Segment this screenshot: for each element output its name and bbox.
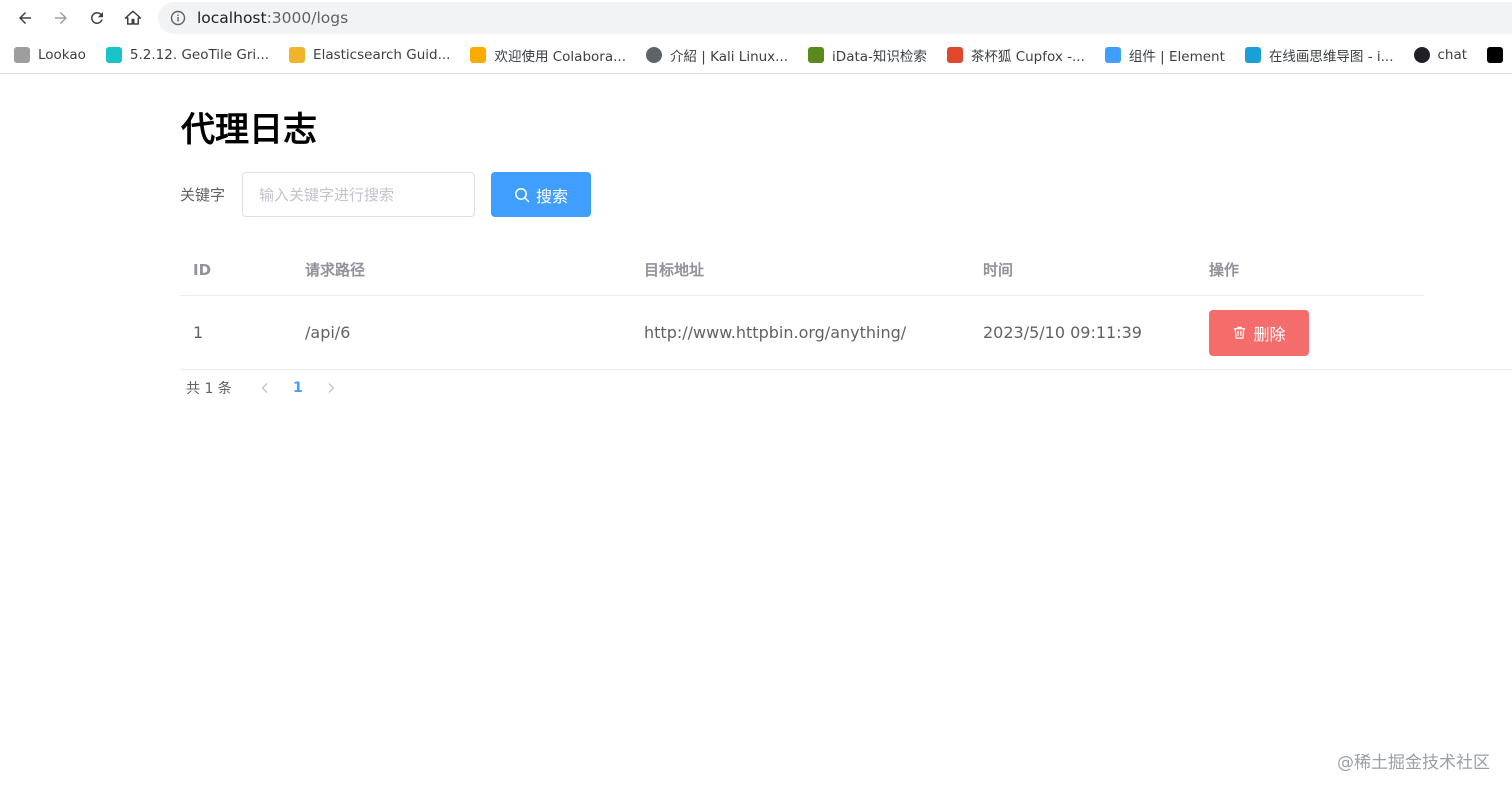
table-header: ID 请求路径 目标地址 时间 操作 xyxy=(180,244,1424,296)
table-divider xyxy=(180,369,1512,370)
search-button-label: 搜索 xyxy=(535,186,568,206)
bookmark-label: 在线画思维导图 - i... xyxy=(1268,48,1394,65)
cell-time: 2023/5/10 09:11:39 xyxy=(983,323,1142,342)
cell-action: 删除 xyxy=(1197,309,1424,356)
home-button[interactable] xyxy=(120,5,146,31)
next-page-button[interactable] xyxy=(320,382,342,394)
bookmark-label: iData-知识检索 xyxy=(832,48,927,65)
url-text: localhost:3000/logs xyxy=(197,9,348,27)
bookmark-item[interactable]: iData-知识检索 xyxy=(808,45,927,65)
watermark: @稀土掘金技术社区 xyxy=(1337,753,1490,773)
url-path: :3000/logs xyxy=(266,9,349,27)
idata-icon xyxy=(808,46,825,63)
element-icon xyxy=(1104,46,1121,63)
elasticsearch-icon xyxy=(289,46,306,63)
cell-id: 1 xyxy=(193,323,204,342)
search-label: 关键字 xyxy=(180,186,226,204)
colab-icon xyxy=(470,46,487,63)
bookmark-item[interactable]: 欢迎使用 Colabora... xyxy=(470,45,626,65)
header-path: 请求路径 xyxy=(305,261,366,279)
globe-icon xyxy=(645,46,662,63)
prev-page-button[interactable] xyxy=(254,382,276,394)
trash-icon xyxy=(1234,326,1246,339)
header-id: ID xyxy=(193,260,212,279)
delete-button-label: 删除 xyxy=(1253,324,1286,344)
table-row: 1 /api/6 http://www.httpbin.org/anything… xyxy=(180,296,1424,369)
cell-path: /api/6 xyxy=(305,323,351,342)
search-icon xyxy=(515,187,530,202)
reload-button[interactable] xyxy=(84,5,110,31)
bookmark-item[interactable]: chat xyxy=(1413,46,1468,63)
bookmark-label: Lookao xyxy=(38,46,86,63)
forward-button[interactable] xyxy=(48,5,74,31)
bookmark-item[interactable]: 组件 | Element xyxy=(1104,45,1225,65)
bookmarks-bar: Lookao 5.2.12. GeoTile Gri... Elasticsearc… xyxy=(0,36,1512,74)
delete-button[interactable]: 删除 xyxy=(1209,309,1309,356)
cupfox-icon xyxy=(946,46,963,63)
bookmark-item[interactable]: Lookao xyxy=(14,46,86,63)
bookmark-label: 组件 | Element xyxy=(1128,48,1225,65)
cell-target: http://www.httpbin.org/anything/ xyxy=(644,323,907,342)
reload-icon xyxy=(91,11,103,24)
arrow-right-icon xyxy=(55,12,67,24)
page-title: 代理日志 xyxy=(181,110,317,150)
bookmark-label: 欢迎使用 Colabora... xyxy=(494,48,626,65)
search-button[interactable]: 搜索 xyxy=(491,172,591,217)
logs-table: ID 请求路径 目标地址 时间 操作 1 /api/6 http://www.h… xyxy=(180,244,1424,369)
bookmark-item[interactable]: 介紹 | Kali Linux... xyxy=(645,45,789,65)
pagination-total: 共 1 条 xyxy=(186,381,232,397)
browser-toolbar: localhost:3000/logs xyxy=(0,0,1512,36)
bai-icon xyxy=(1487,46,1504,63)
header-time: 时间 xyxy=(983,261,1014,279)
bookmark-item[interactable]: Elasticsearch Guid... xyxy=(289,46,451,63)
site-info-icon[interactable] xyxy=(170,10,186,26)
bookmark-item[interactable]: 在线画思维导图 - i... xyxy=(1244,45,1394,65)
bookmark-label: 5.2.12. GeoTile Gri... xyxy=(129,46,270,63)
chevron-right-icon xyxy=(328,383,335,393)
bookmark-label: chat xyxy=(1437,46,1468,63)
header-target: 目标地址 xyxy=(644,261,705,279)
pagination: 共 1 条 1 xyxy=(186,378,342,398)
openai-icon xyxy=(1413,46,1430,63)
bookmark-item[interactable]: 5.2.12. GeoTile Gri... xyxy=(105,46,270,63)
header-action: 操作 xyxy=(1209,261,1240,279)
bookmark-label: 茶杯狐 Cupfox -... xyxy=(970,48,1085,65)
lookao-icon xyxy=(14,46,30,63)
geotile-icon xyxy=(105,46,122,63)
mindmap-icon xyxy=(1244,46,1261,63)
back-button[interactable] xyxy=(12,5,38,31)
address-bar[interactable]: localhost:3000/logs xyxy=(158,2,1512,34)
search-input[interactable] xyxy=(242,172,475,217)
chevron-left-icon xyxy=(261,383,268,393)
url-host: localhost xyxy=(197,9,267,27)
bookmark-label: 介紹 | Kali Linux... xyxy=(669,48,789,65)
home-icon xyxy=(124,10,142,25)
arrow-left-icon xyxy=(19,12,31,24)
bookmark-label: Elasticsearch Guid... xyxy=(313,46,451,63)
bookmark-item[interactable]: 茶杯狐 Cupfox -... xyxy=(946,45,1085,65)
page-number-current[interactable]: 1 xyxy=(276,380,320,396)
bookmark-item[interactable]: BAI xyxy=(1487,46,1512,63)
